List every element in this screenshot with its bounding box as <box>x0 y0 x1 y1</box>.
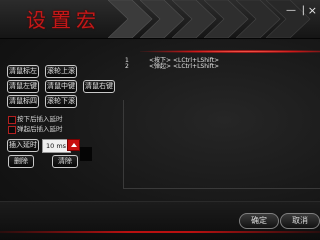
window-title: 设置宏 <box>26 8 101 32</box>
ok-button[interactable]: 确定 <box>239 213 279 229</box>
macro-list-item[interactable]: 2 <弹起> <LCtrl+LShift> <box>125 63 219 70</box>
macro-settings-window: 设置宏 — | × 清鼠标左 滚轮上滚 清鼠左键 清鼠中键 清鼠右键 清鼠标四 … <box>0 0 320 240</box>
mouse-left-button[interactable]: 清鼠标左 <box>7 65 39 78</box>
close-button[interactable]: × <box>308 5 317 16</box>
insert-delay-button[interactable]: 插入延时 <box>7 139 39 152</box>
dropdown-shadow <box>80 147 92 161</box>
wheel-down-button[interactable]: 滚轮下滚 <box>45 95 77 108</box>
macro-list-item-number: 2 <box>125 63 129 70</box>
wheel-up-button[interactable]: 滚轮上滚 <box>45 65 77 78</box>
mouse-right-button-label: 清鼠右键 <box>85 82 113 90</box>
insert-delay-button-label: 插入延时 <box>9 141 37 149</box>
delay-on-press-label: 按下后插入延时 <box>17 115 63 123</box>
arrow-up-icon <box>71 143 77 147</box>
delay-on-release-label: 弹起后插入延时 <box>17 125 63 133</box>
delay-on-release-checkbox[interactable] <box>8 126 16 134</box>
wheel-down-button-label: 滚轮下滚 <box>47 97 75 105</box>
clear-button-label: 清除 <box>58 157 72 165</box>
macro-list-border <box>123 100 320 189</box>
macro-list-item-key: <LCtrl+LShift> <box>173 63 220 70</box>
delay-dropdown-button[interactable] <box>67 139 80 151</box>
cancel-button[interactable]: 取消 <box>280 213 320 229</box>
mouse-left-button-label: 清鼠标左 <box>9 67 37 75</box>
red-glow-divider <box>140 50 320 53</box>
delete-button[interactable]: 删除 <box>8 155 34 168</box>
title-bar[interactable]: 设置宏 — | × <box>0 0 320 39</box>
mouse-left-key-button[interactable]: 清鼠左键 <box>7 80 39 93</box>
mouse-middle-button-label: 清鼠中键 <box>47 82 75 90</box>
mouse-left-key-button-label: 清鼠左键 <box>9 82 37 90</box>
mouse-4-button[interactable]: 清鼠标四 <box>7 95 39 108</box>
mouse-right-button[interactable]: 清鼠右键 <box>83 80 115 93</box>
footer-red-accent <box>0 231 320 233</box>
clear-button[interactable]: 清除 <box>52 155 78 168</box>
wheel-up-button-label: 滚轮上滚 <box>47 67 75 75</box>
minimize-button[interactable]: — <box>286 6 296 16</box>
mouse-4-button-label: 清鼠标四 <box>9 97 37 105</box>
delete-button-label: 删除 <box>14 157 28 165</box>
delay-on-press-checkbox[interactable] <box>8 116 16 124</box>
maximize-button[interactable]: | <box>302 6 305 16</box>
macro-list-item-action: <弹起> <box>149 63 172 70</box>
mouse-middle-button[interactable]: 清鼠中键 <box>45 80 77 93</box>
